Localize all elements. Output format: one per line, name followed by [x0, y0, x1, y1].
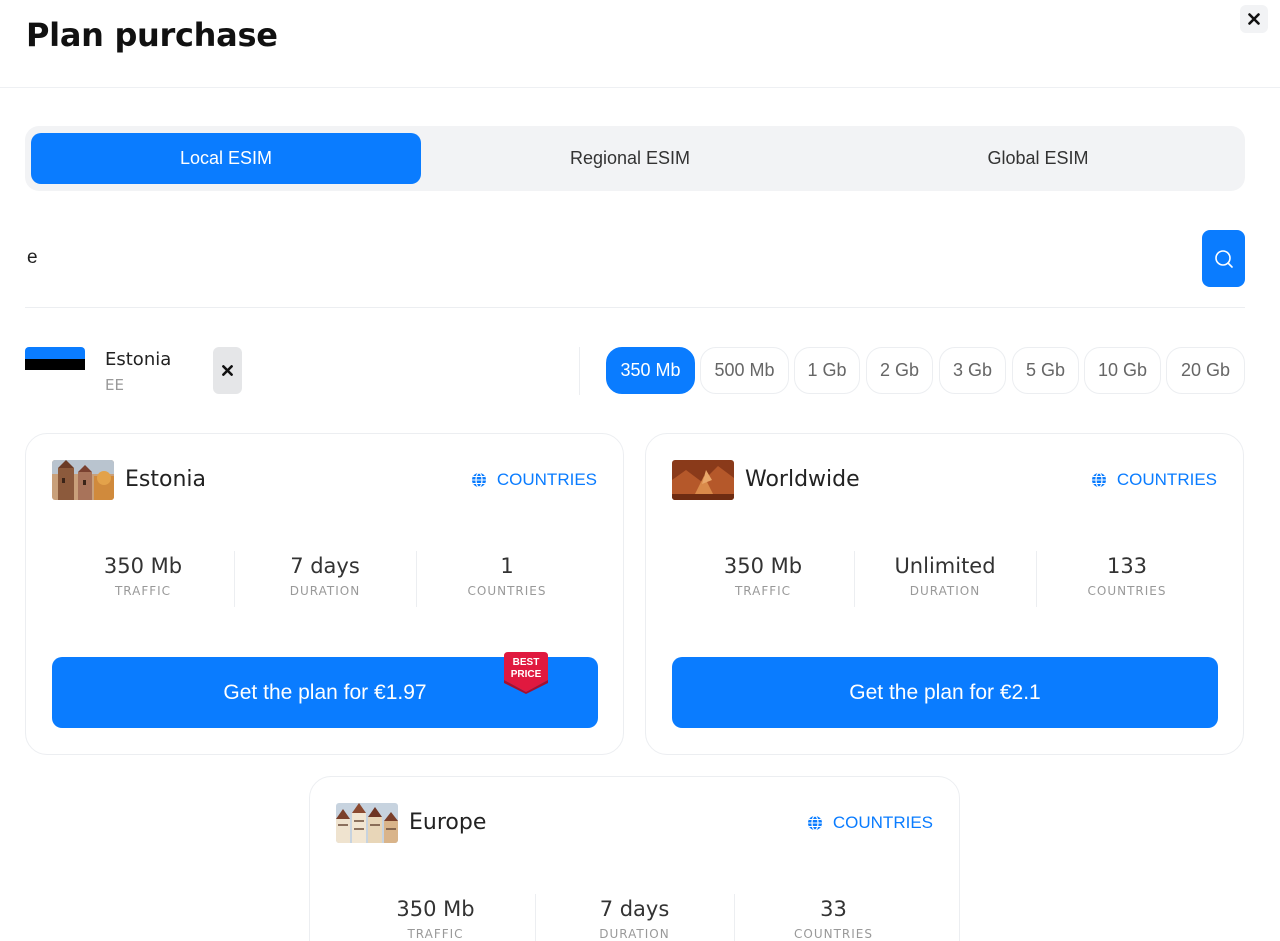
globe-icon	[807, 815, 822, 831]
countries-value: 1	[500, 554, 514, 578]
duration-label: DURATION	[289, 584, 361, 598]
traffic-value: 350 Mb	[723, 554, 803, 578]
traffic-stat: 350 Mb TRAFFIC	[336, 892, 535, 941]
get-plan-button[interactable]: Get the plan for €2.1	[672, 657, 1218, 728]
duration-value: Unlimited	[894, 554, 996, 578]
traffic-label: TRAFFIC	[114, 584, 172, 598]
esim-type-tabs: Local ESIM Regional ESIM Global ESIM	[25, 126, 1245, 191]
search-icon	[1214, 249, 1233, 268]
close-icon	[222, 365, 233, 376]
countries-link[interactable]: COUNTRIES	[807, 813, 933, 833]
duration-stat: Unlimited DURATION	[854, 549, 1036, 607]
divider	[579, 347, 580, 395]
search-bar	[25, 228, 1245, 308]
countries-link-label: COUNTRIES	[1116, 470, 1217, 489]
size-option[interactable]: 2 Gb	[866, 347, 933, 394]
tab-local-esim[interactable]: Local ESIM	[31, 133, 421, 184]
traffic-stat: 350 Mb TRAFFIC	[672, 549, 854, 607]
tab-global-esim[interactable]: Global ESIM	[843, 133, 1233, 184]
close-button[interactable]	[1240, 5, 1268, 33]
size-option[interactable]: 1 Gb	[794, 347, 860, 394]
countries-stat: 133 COUNTRIES	[1036, 549, 1218, 607]
remove-country-button[interactable]	[213, 347, 242, 394]
plan-stats: 350 Mb TRAFFIC 7 days DURATION 1 COUNTRI…	[52, 549, 598, 607]
traffic-label: TRAFFIC	[734, 584, 792, 598]
countries-link-label: COUNTRIES	[496, 470, 597, 489]
countries-label: COUNTRIES	[794, 927, 873, 941]
badge-line2: PRICE	[511, 669, 542, 680]
tab-regional-esim[interactable]: Regional ESIM	[435, 133, 825, 184]
search-input[interactable]	[25, 238, 1185, 278]
duration-label: DURATION	[599, 927, 670, 941]
duration-value: 7 days	[599, 897, 670, 921]
countries-stat: 33 COUNTRIES	[734, 892, 933, 941]
plan-thumbnail	[336, 803, 398, 843]
countries-stat: 1 COUNTRIES	[416, 549, 598, 607]
selected-country-code: EE	[105, 376, 124, 394]
modal-header: Plan purchase	[0, 0, 1280, 88]
size-option[interactable]: 10 Gb	[1084, 347, 1161, 394]
countries-label: COUNTRIES	[467, 584, 547, 598]
countries-link-label: COUNTRIES	[832, 813, 933, 832]
selected-country-chip: Estonia EE	[25, 344, 565, 396]
countries-value: 33	[820, 897, 847, 921]
estonia-flag-icon	[25, 347, 85, 382]
globe-icon	[1091, 472, 1106, 488]
traffic-stat: 350 Mb TRAFFIC	[52, 549, 234, 607]
badge-line1: BEST	[513, 657, 540, 668]
plan-card: Estonia COUNTRIES 350 Mb TRAFFIC 7 days …	[25, 433, 624, 755]
plan-name: Worldwide	[745, 467, 860, 492]
plan-name: Europe	[409, 810, 487, 835]
plan-stats: 350 Mb TRAFFIC Unlimited DURATION 133 CO…	[672, 549, 1218, 607]
search-button[interactable]	[1202, 230, 1245, 287]
size-option[interactable]: 5 Gb	[1012, 347, 1079, 394]
plan-card: Worldwide COUNTRIES 350 Mb TRAFFIC Unlim…	[645, 433, 1244, 755]
plan-thumbnail	[672, 460, 734, 500]
countries-label: COUNTRIES	[1087, 584, 1167, 598]
size-option[interactable]: 500 Mb	[700, 347, 789, 394]
duration-stat: 7 days DURATION	[234, 549, 416, 607]
size-option[interactable]: 20 Gb	[1166, 347, 1245, 394]
best-price-badge: BEST PRICE	[504, 652, 548, 694]
traffic-value: 350 Mb	[396, 897, 475, 921]
close-icon	[1248, 13, 1260, 25]
globe-icon	[471, 472, 486, 488]
traffic-value: 350 Mb	[103, 554, 183, 578]
countries-value: 133	[1106, 554, 1148, 578]
duration-value: 7 days	[290, 554, 360, 578]
duration-stat: 7 days DURATION	[535, 892, 734, 941]
page-title: Plan purchase	[26, 16, 278, 54]
traffic-label: TRAFFIC	[407, 927, 464, 941]
size-option[interactable]: 350 Mb	[606, 347, 695, 394]
duration-label: DURATION	[909, 584, 981, 598]
countries-link[interactable]: COUNTRIES	[471, 470, 597, 490]
countries-link[interactable]: COUNTRIES	[1091, 470, 1217, 490]
selected-country-name: Estonia	[105, 349, 172, 370]
plan-name: Estonia	[125, 467, 206, 492]
size-option[interactable]: 3 Gb	[939, 347, 1006, 394]
plan-stats: 350 Mb TRAFFIC 7 days DURATION 33 COUNTR…	[336, 892, 934, 941]
plan-card: Europe COUNTRIES 350 Mb TRAFFIC 7 days D…	[309, 776, 960, 941]
plan-thumbnail	[52, 460, 114, 500]
